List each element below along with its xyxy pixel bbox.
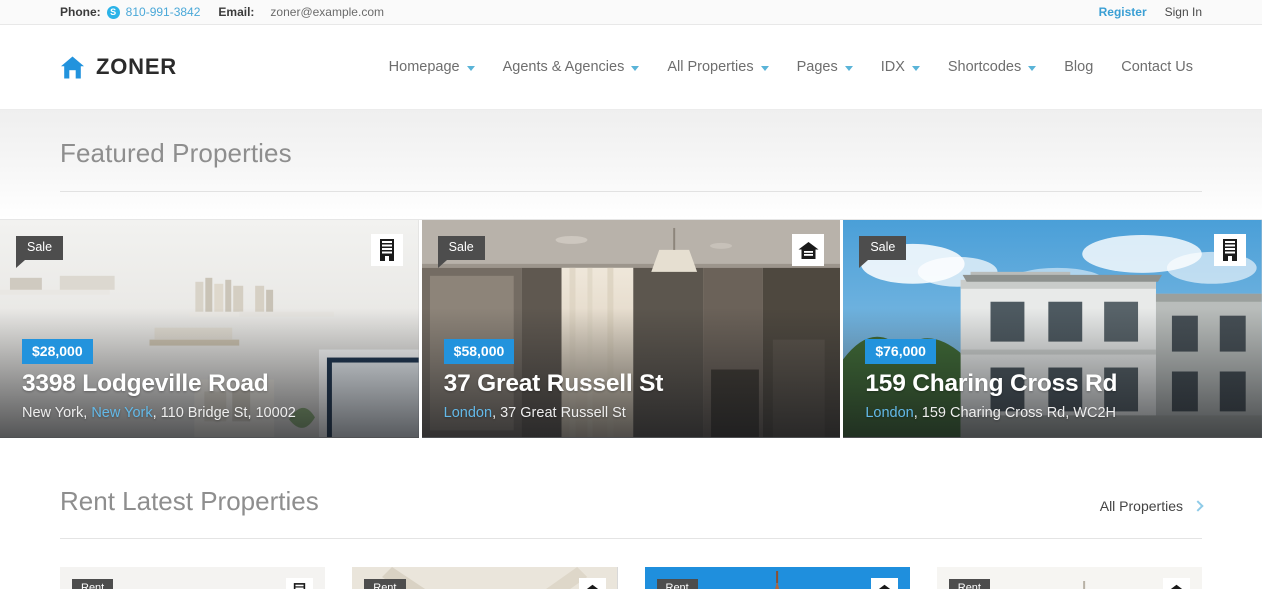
address-prefix: New York, — [22, 405, 92, 421]
address-suffix: , 159 Charing Cross Rd, WC2H — [913, 405, 1116, 421]
main-navigation: Homepage Agents & Agencies All Propertie… — [375, 59, 1207, 75]
brand-logo[interactable]: ZONER — [60, 54, 177, 80]
status-badge: Rent — [364, 579, 406, 589]
register-link[interactable]: Register — [1099, 5, 1147, 19]
property-title[interactable]: 37 Great Russell St — [444, 370, 819, 398]
chevron-right-icon — [1192, 500, 1204, 512]
status-badge: Sale — [437, 236, 485, 267]
rent-property-card[interactable]: Rent — [60, 567, 326, 589]
property-address: London, 37 Great Russell St — [444, 405, 819, 421]
page-title-banner: Featured Properties — [0, 110, 1262, 220]
nav-item-shortcodes[interactable]: Shortcodes — [934, 59, 1050, 75]
signin-link[interactable]: Sign In — [1165, 5, 1202, 19]
page-title: Featured Properties — [60, 138, 1202, 192]
status-badge: Sale — [859, 236, 907, 267]
phone-number[interactable]: 810-991-3842 — [126, 5, 201, 19]
nav-item-pages[interactable]: Pages — [783, 59, 867, 75]
rent-latest-properties-section: Rent Latest Properties All Properties Re… — [0, 438, 1262, 589]
top-utility-bar: Phone: S 810-991-3842 Email: zoner@examp… — [0, 0, 1262, 25]
nav-item-agents-agencies[interactable]: Agents & Agencies — [489, 59, 654, 75]
status-badge: Sale — [16, 236, 64, 267]
all-properties-link[interactable]: All Properties — [1099, 498, 1204, 517]
house-icon[interactable] — [870, 578, 898, 589]
house-icon[interactable] — [1163, 578, 1190, 589]
nav-item-all-properties[interactable]: All Properties — [653, 59, 782, 75]
property-title[interactable]: 3398 Lodgeville Road — [22, 370, 397, 398]
email-address[interactable]: zoner@example.com — [270, 5, 384, 19]
featured-property-card[interactable]: Sale $76,000 159 Charing Cross Rd London… — [843, 220, 1262, 438]
rent-property-card[interactable]: Rent — [352, 567, 618, 589]
rent-property-card[interactable]: Rent — [644, 567, 910, 589]
chevron-down-icon — [844, 65, 853, 71]
chevron-down-icon — [631, 65, 640, 71]
chevron-down-icon — [1028, 65, 1037, 71]
price-badge: $76,000 — [865, 339, 936, 364]
property-city-link[interactable]: New York — [91, 405, 152, 421]
site-header: ZONER Homepage Agents & Agencies All Pro… — [0, 25, 1262, 110]
section-title: Rent Latest Properties — [60, 486, 319, 516]
apartment-icon[interactable] — [1214, 234, 1247, 266]
property-title[interactable]: 159 Charing Cross Rd — [865, 370, 1240, 398]
phone-label: Phone: — [60, 5, 101, 19]
skype-icon[interactable]: S — [106, 5, 120, 19]
rent-property-card[interactable]: Rent — [936, 567, 1202, 589]
chevron-down-icon — [911, 65, 920, 71]
nav-label: Contact Us — [1121, 59, 1193, 75]
nav-label: All Properties — [667, 59, 754, 75]
featured-property-card[interactable]: Sale $28,000 3398 Lodgeville Road New Yo… — [0, 220, 419, 438]
section-header: Rent Latest Properties All Properties — [60, 438, 1204, 539]
status-badge: Rent — [656, 579, 698, 589]
nav-label: Homepage — [388, 59, 460, 75]
topbar-contact-info: Phone: S 810-991-3842 Email: zoner@examp… — [60, 5, 384, 19]
nav-label: IDX — [880, 59, 905, 75]
featured-property-card[interactable]: Sale $58,000 37 Great Russell St London,… — [421, 220, 841, 438]
property-address: London, 159 Charing Cross Rd, WC2H — [865, 405, 1240, 421]
apartment-icon[interactable] — [286, 578, 314, 589]
nav-label: Blog — [1064, 59, 1094, 75]
house-icon[interactable] — [792, 234, 825, 266]
property-address: New York, New York, 110 Bridge St, 10002 — [22, 405, 397, 421]
status-badge: Rent — [948, 579, 990, 589]
chevron-down-icon — [466, 65, 475, 71]
chevron-down-icon — [760, 65, 769, 71]
all-properties-label: All Properties — [1099, 498, 1183, 514]
topbar-account-links: Register Sign In — [1099, 5, 1202, 19]
house-icon[interactable] — [578, 578, 606, 589]
brand-name: ZONER — [96, 54, 177, 79]
nav-item-idx[interactable]: IDX — [867, 59, 934, 75]
apartment-icon[interactable] — [370, 234, 403, 266]
rent-properties-grid: Rent Rent Rent Rent — [60, 567, 1202, 589]
nav-label: Pages — [796, 59, 838, 75]
address-suffix: , 37 Great Russell St — [492, 405, 626, 421]
price-badge: $58,000 — [443, 339, 515, 364]
featured-properties-slider: Sale $28,000 3398 Lodgeville Road New Yo… — [0, 220, 1262, 438]
email-label: Email: — [218, 5, 255, 19]
nav-item-homepage[interactable]: Homepage — [375, 59, 489, 75]
price-badge: $28,000 — [22, 339, 93, 364]
property-city-link[interactable]: London — [444, 405, 492, 421]
nav-label: Shortcodes — [947, 59, 1022, 75]
nav-item-blog[interactable]: Blog — [1050, 59, 1107, 75]
nav-label: Agents & Agencies — [502, 59, 625, 75]
home-icon — [60, 55, 85, 80]
property-city-link[interactable]: London — [865, 405, 913, 421]
nav-item-contact-us[interactable]: Contact Us — [1107, 59, 1207, 75]
status-badge: Rent — [72, 579, 114, 589]
address-suffix: , 110 Bridge St, 10002 — [152, 405, 296, 421]
